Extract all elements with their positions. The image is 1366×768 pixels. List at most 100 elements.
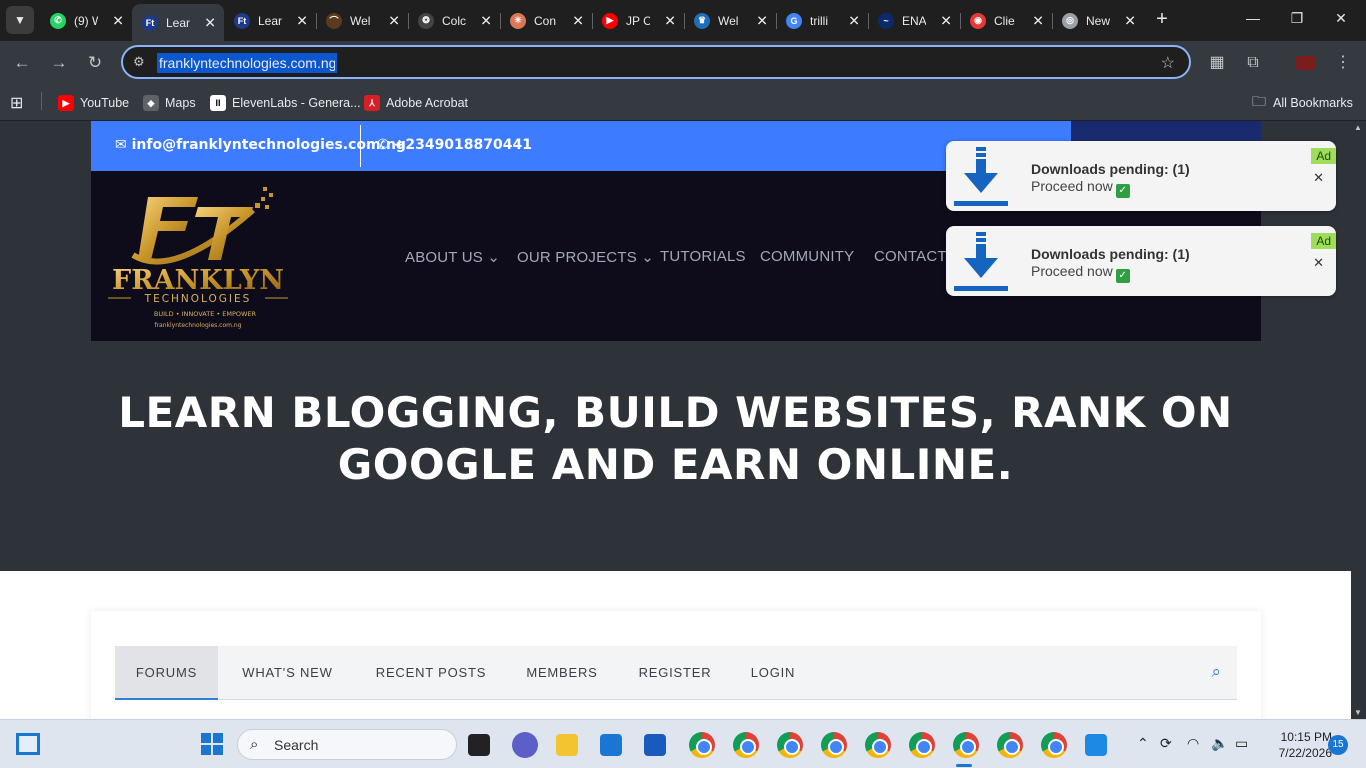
tab-title: ENA xyxy=(902,13,926,28)
chevron-down-icon: ⌄ xyxy=(483,249,501,266)
all-bookmarks-button[interactable]: 🗀 All Bookmarks xyxy=(1252,93,1353,113)
active-app-indicator xyxy=(956,764,972,767)
close-tab-icon[interactable]: ✕ xyxy=(572,12,584,29)
tab-search-button[interactable]: ▼ xyxy=(6,6,34,34)
scroll-down-icon[interactable]: ▼ xyxy=(1354,708,1362,717)
chrome-icon[interactable] xyxy=(865,732,891,758)
refresh-tray-icon[interactable]: ⟳ xyxy=(1160,735,1172,752)
forum-search-icon[interactable]: ⌕ xyxy=(1211,662,1221,682)
chrome-icon[interactable] xyxy=(821,732,847,758)
nav-menu-item[interactable]: ABOUT US ⌄ xyxy=(405,248,500,266)
forum-nav-item[interactable]: LOGIN xyxy=(731,646,815,700)
nav-menu-item[interactable]: OUR PROJECTS ⌄ xyxy=(517,248,654,266)
close-tab-icon[interactable]: ✕ xyxy=(1124,12,1136,29)
battery-icon[interactable]: ▭ xyxy=(1235,735,1248,752)
wifi-icon[interactable]: ◠ xyxy=(1187,735,1199,752)
phone-link[interactable]: ✆ +2349018870441 xyxy=(377,137,532,153)
maps-icon: ◆ xyxy=(143,95,159,111)
download-ad-popup[interactable]: Downloads pending: (1) Proceed now ✓ Ad ✕ xyxy=(946,141,1336,211)
close-tab-icon[interactable]: ✕ xyxy=(480,12,492,29)
chrome-icon[interactable] xyxy=(1041,732,1067,758)
forward-button[interactable]: → xyxy=(47,51,71,75)
apps-grid-icon[interactable]: ⊞ xyxy=(10,93,23,113)
close-tab-icon[interactable]: ✕ xyxy=(388,12,400,29)
browser-tab[interactable]: ✆ (9) W ✕ xyxy=(40,6,132,35)
browser-tab[interactable]: ♛ Wel ✕ xyxy=(684,6,776,35)
bookmark-star-icon[interactable]: ☆ xyxy=(1161,53,1175,73)
qr-code-icon[interactable]: ▦ xyxy=(1205,51,1229,75)
close-tab-icon[interactable]: ✕ xyxy=(664,12,676,29)
browser-tab[interactable]: ◎ New ✕ xyxy=(1052,6,1144,35)
forum-nav-item[interactable]: FORUMS xyxy=(115,646,218,700)
download-ad-popup[interactable]: Downloads pending: (1) Proceed now ✓ Ad ✕ xyxy=(946,226,1336,296)
show-hidden-icons-icon[interactable]: ⌃ xyxy=(1137,735,1149,752)
widgets-icon[interactable] xyxy=(16,733,40,755)
bookmark-item[interactable]: ⅄ Adobe Acrobat xyxy=(364,93,468,113)
notification-badge[interactable]: 15 xyxy=(1328,735,1348,755)
browser-tab[interactable]: Ft Lear ✕ xyxy=(132,4,224,41)
close-tab-icon[interactable]: ✕ xyxy=(1032,12,1044,29)
forum-nav-item[interactable]: REGISTER xyxy=(619,646,731,700)
start-button[interactable] xyxy=(201,733,223,755)
close-tab-icon[interactable]: ✕ xyxy=(112,12,124,29)
profile-icon[interactable] xyxy=(1294,51,1318,75)
browser-tab[interactable]: ▶ JP C ✕ xyxy=(592,6,684,35)
browser-tab[interactable]: Gtrilli ✕ xyxy=(776,6,868,35)
microsoft-store-icon[interactable] xyxy=(600,734,622,756)
scroll-up-icon[interactable]: ▲ xyxy=(1354,123,1362,132)
close-tab-icon[interactable]: ✕ xyxy=(848,12,860,29)
browser-tab[interactable]: ❂ Colc ✕ xyxy=(408,6,500,35)
chrome-icon[interactable] xyxy=(733,732,759,758)
menu-kebab-icon[interactable]: ⋮ xyxy=(1331,51,1355,75)
extensions-icon[interactable]: ⧉ xyxy=(1241,51,1265,75)
email-link[interactable]: ✉ info@franklyntechnologies.com.ng xyxy=(115,137,406,153)
close-tab-icon[interactable]: ✕ xyxy=(756,12,768,29)
bookmarks-separator xyxy=(41,92,42,110)
close-icon[interactable]: ✕ xyxy=(1313,170,1324,186)
nav-menu-item[interactable]: TUTORIALS xyxy=(660,248,746,265)
vscode-icon[interactable] xyxy=(1085,734,1107,756)
browser-tab[interactable]: ✳ Con ✕ xyxy=(500,6,592,35)
address-bar[interactable]: ⚙ ☆ xyxy=(121,45,1191,79)
minimize-button[interactable]: — xyxy=(1243,10,1263,26)
nav-menu-item[interactable]: COMMUNITY xyxy=(760,248,854,265)
restore-button[interactable]: ❐ xyxy=(1287,10,1307,27)
close-tab-icon[interactable]: ✕ xyxy=(940,12,952,29)
close-icon[interactable]: ✕ xyxy=(1313,255,1324,271)
site-logo[interactable]: FRANKLYN TECHNOLOGIES BUILD • INNOVATE •… xyxy=(103,185,293,330)
bookmark-item[interactable]: II ElevenLabs - Genera... xyxy=(210,93,361,113)
bookmark-item[interactable]: ▶ YouTube xyxy=(58,93,129,113)
browser-tab[interactable]: ⌒ Wel ✕ xyxy=(316,6,408,35)
file-explorer-icon[interactable] xyxy=(556,734,578,756)
chrome-icon[interactable] xyxy=(953,732,979,758)
page-scrollbar[interactable]: ▲ ▼ xyxy=(1351,121,1366,719)
browser-tab[interactable]: Ft Lear ✕ xyxy=(224,6,316,35)
new-tab-button[interactable]: + xyxy=(1150,8,1174,32)
task-view-icon[interactable] xyxy=(468,734,490,756)
tab-separator xyxy=(684,13,685,29)
close-window-button[interactable]: ✕ xyxy=(1331,10,1351,27)
taskbar-search[interactable]: ⌕ Search xyxy=(237,729,457,760)
meet-icon[interactable] xyxy=(512,732,538,758)
bookmark-item[interactable]: ◆ Maps xyxy=(143,93,196,113)
url-input[interactable] xyxy=(157,53,337,73)
chrome-icon[interactable] xyxy=(997,732,1023,758)
word-icon[interactable] xyxy=(644,734,666,756)
volume-icon[interactable]: 🔈 xyxy=(1211,735,1228,752)
close-tab-icon[interactable]: ✕ xyxy=(296,12,308,29)
chrome-icon[interactable] xyxy=(689,732,715,758)
site-info-icon[interactable]: ⚙ xyxy=(133,54,145,70)
close-tab-icon[interactable]: ✕ xyxy=(204,14,216,31)
reload-button[interactable]: ↻ xyxy=(83,51,107,75)
taskbar-clock[interactable]: 10:15 PM 7/22/2026 xyxy=(1262,729,1332,761)
browser-tab[interactable]: ~ ENA ✕ xyxy=(868,6,960,35)
browser-tab[interactable]: ◉ Clie ✕ xyxy=(960,6,1052,35)
forum-nav-item[interactable]: WHAT'S NEW xyxy=(218,646,357,700)
chrome-icon[interactable] xyxy=(777,732,803,758)
forum-nav-item[interactable]: MEMBERS xyxy=(505,646,619,700)
forum-nav-item[interactable]: RECENT POSTS xyxy=(357,646,505,700)
nav-menu-item[interactable]: CONTACT xyxy=(874,248,947,265)
tab-separator xyxy=(960,13,961,29)
back-button[interactable]: ← xyxy=(10,51,34,75)
chrome-icon[interactable] xyxy=(909,732,935,758)
